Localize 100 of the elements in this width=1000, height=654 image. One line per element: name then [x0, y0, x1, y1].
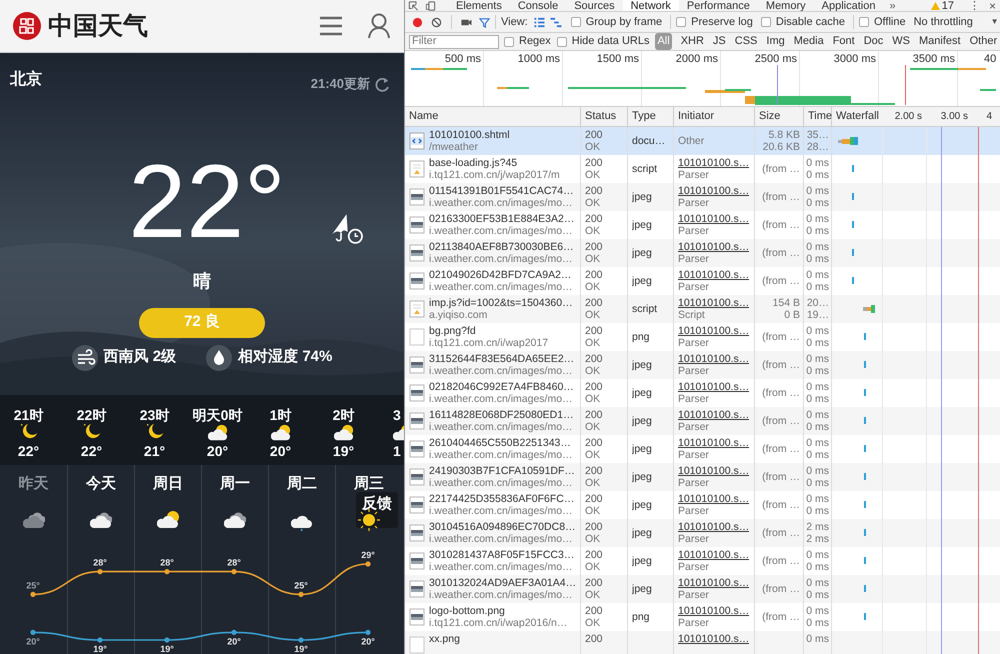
initiator-link[interactable]: 101010100.s…: [678, 437, 750, 449]
menu-icon[interactable]: [318, 14, 344, 38]
type-filter[interactable]: Other: [968, 33, 1000, 50]
user-icon[interactable]: [368, 13, 390, 39]
initiator-type: Parser: [678, 337, 709, 349]
initiator-link[interactable]: 101010100.s…: [678, 381, 750, 393]
column-header[interactable]: Initiator: [674, 107, 755, 126]
view-label: View:: [501, 14, 528, 30]
initiator-link[interactable]: 101010100.s…: [678, 605, 750, 617]
initiator-link[interactable]: 101010100.s…: [678, 633, 750, 645]
checkbox-label: Preserve log: [691, 14, 753, 30]
data-point: [30, 592, 36, 597]
time-value: 0 ms: [806, 617, 829, 629]
throttling-select[interactable]: No throttling: [914, 14, 986, 30]
checkbox[interactable]: [556, 36, 567, 46]
initiator-link[interactable]: 101010100.s…: [678, 241, 750, 253]
resource-type: jpeg: [632, 219, 652, 231]
refresh-icon[interactable]: [374, 76, 390, 92]
initiator-link[interactable]: 101010100.s…: [678, 493, 750, 505]
filter-icon[interactable]: [479, 16, 490, 28]
checkbox[interactable]: [760, 17, 771, 27]
time-value: 0 ms: [806, 185, 829, 197]
dropdown-arrow[interactable]: ▼: [990, 16, 998, 28]
column-header[interactable]: Size: [755, 107, 804, 126]
initiator-link[interactable]: 101010100.s…: [678, 185, 750, 197]
feedback-button[interactable]: 反馈: [356, 492, 398, 528]
time-value: 2 ms: [806, 521, 829, 533]
size-value: 154 B: [772, 297, 800, 309]
table-row[interactable]: xx.png 200 101010100.s… 0 ms: [405, 631, 1000, 654]
initiator-link[interactable]: 101010100.s…: [678, 297, 750, 309]
inspect-icon[interactable]: [408, 0, 419, 10]
initiator-type: Parser: [678, 589, 709, 601]
checkbox[interactable]: [504, 36, 514, 46]
type-filter[interactable]: Media: [792, 33, 826, 50]
type-filter[interactable]: Img: [764, 33, 787, 50]
file-url: /mweather: [429, 141, 480, 153]
size-value: (from …: [762, 583, 800, 595]
resource-type: jpeg: [632, 443, 652, 455]
status-code: 200: [585, 325, 603, 337]
devtools-tab[interactable]: Performance: [678, 0, 758, 11]
initiator-link[interactable]: 101010100.s…: [678, 549, 750, 561]
waterfall-bar: [838, 137, 858, 145]
devtools-tab[interactable]: Sources: [566, 0, 623, 11]
file-name: 3010281437A8F05F15FCC3…: [429, 549, 574, 561]
initiator-link[interactable]: 101010100.s…: [678, 213, 750, 225]
column-header[interactable]: Status: [581, 107, 628, 126]
devtools-tab[interactable]: Console: [510, 0, 566, 11]
devtools-tab[interactable]: Elements: [448, 0, 510, 11]
type-filter[interactable]: CSS: [732, 33, 760, 50]
menu-button[interactable]: ⋮: [964, 0, 985, 11]
filter-input[interactable]: Filter: [409, 34, 499, 48]
devtools-tab[interactable]: Application: [814, 0, 884, 11]
type-filter[interactable]: XHR: [678, 33, 706, 50]
column-header[interactable]: Type: [628, 107, 674, 126]
hour-label: 明天0时: [192, 407, 242, 423]
initiator-link[interactable]: 101010100.s…: [678, 157, 750, 169]
list-view-icon[interactable]: [532, 16, 545, 28]
type-filter[interactable]: Font: [830, 33, 857, 50]
initiator-link[interactable]: 101010100.s…: [678, 521, 750, 533]
file-icon: [409, 300, 425, 318]
checkbox[interactable]: [570, 17, 581, 27]
waterfall-bar: [863, 305, 875, 313]
record-button[interactable]: [412, 16, 423, 28]
timeline-tick-label: 3000 ms: [834, 53, 876, 65]
timeline-tick-label: 2.00 s: [894, 110, 923, 124]
type-filter[interactable]: WS: [890, 33, 912, 50]
initiator-link[interactable]: 101010100.s…: [678, 269, 750, 281]
column-header[interactable]: Name: [405, 107, 581, 126]
type-filter[interactable]: Manifest: [917, 33, 963, 50]
devtools-tab[interactable]: Memory: [758, 0, 814, 11]
waterfall-view-icon[interactable]: [550, 16, 562, 28]
initiator-link[interactable]: 101010100.s…: [678, 465, 750, 477]
timeline-tick-label: 1000 ms: [518, 53, 560, 65]
close-button[interactable]: ×: [984, 0, 1000, 11]
type-filter[interactable]: Doc: [862, 33, 886, 50]
checkbox[interactable]: [676, 17, 686, 27]
time-value: 0 ms: [806, 157, 829, 169]
more-tabs-button[interactable]: »: [883, 0, 902, 11]
initiator-link[interactable]: 101010100.s…: [678, 577, 750, 589]
warning-count[interactable]: 17: [942, 0, 954, 11]
checkbox-label: Offline: [874, 14, 906, 30]
logo-icon: [12, 11, 42, 41]
column-header[interactable]: Waterfall: [836, 108, 880, 125]
checkbox-label: Hide data URLs: [572, 34, 650, 50]
timeline-tick-label: 3.00 s: [940, 110, 969, 124]
initiator-link[interactable]: 101010100.s…: [678, 409, 750, 421]
file-name: 31152644F83E564DA65EE2…: [429, 353, 574, 365]
column-header[interactable]: Time: [804, 107, 832, 126]
checkbox[interactable]: [858, 17, 869, 27]
table-row[interactable]: imp.js?id=1002&ts=1504360… a.yiqiso.com 200 OK script 101010100.s… Script 154 B 0 B 20… 19…: [405, 295, 1000, 323]
initiator-link[interactable]: 101010100.s…: [678, 353, 750, 365]
type-filter[interactable]: JS: [710, 33, 728, 50]
clear-icon[interactable]: [431, 16, 442, 28]
time-value: 0 ms: [806, 477, 829, 489]
table-row[interactable]: 101010100.shtml /mweather 200 OK docu… Other 5.8 KB 20.6 KB 35… 28…: [405, 127, 1000, 155]
devtools-tab[interactable]: Network: [622, 0, 679, 11]
initiator-link[interactable]: 101010100.s…: [678, 325, 750, 337]
device-toolbar-icon[interactable]: [425, 0, 436, 10]
data-point: [164, 569, 170, 574]
cloud-moon-icon: [208, 423, 228, 443]
